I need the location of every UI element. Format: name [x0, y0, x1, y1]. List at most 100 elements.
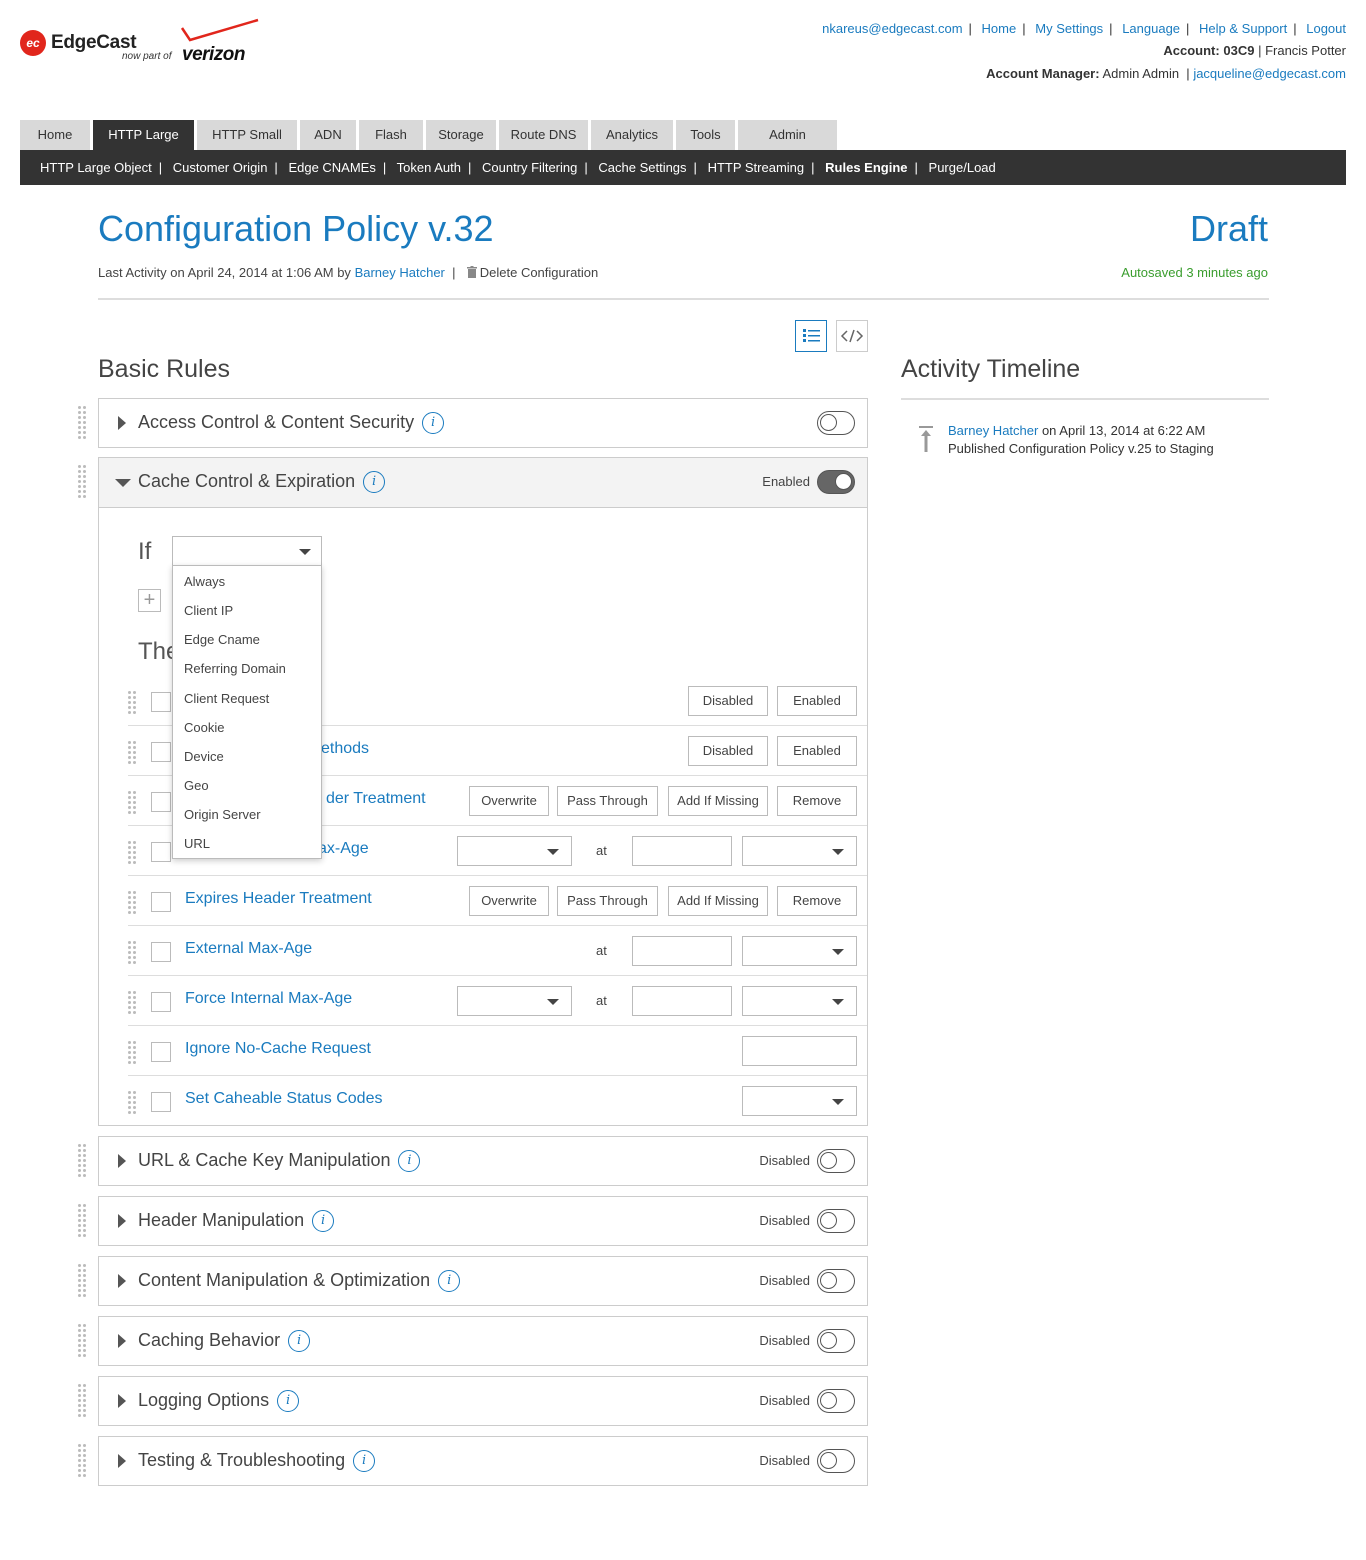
- tab-storage[interactable]: Storage: [426, 120, 496, 150]
- panel-content-manipulation[interactable]: Content Manipulation & Optimization i Dis…: [98, 1256, 868, 1306]
- ignore-no-cache-input[interactable]: [742, 1036, 857, 1066]
- dropdown-option[interactable]: Geo: [184, 778, 209, 793]
- row-drag-handle[interactable]: [128, 688, 138, 716]
- list-view-button[interactable]: [795, 320, 827, 352]
- enabled-button[interactable]: Enabled: [777, 686, 857, 716]
- drag-handle-cache[interactable]: [78, 462, 88, 502]
- time-unit-select[interactable]: [742, 986, 857, 1016]
- feature-checkbox[interactable]: [151, 1092, 171, 1112]
- drag-handle-logging[interactable]: [78, 1381, 88, 1421]
- feature-label[interactable]: Ignore No-Cache Request: [185, 1040, 371, 1058]
- expand-arrow-icon[interactable]: [118, 1334, 126, 1348]
- panel-toggle[interactable]: [817, 411, 855, 435]
- info-icon[interactable]: i: [363, 471, 386, 494]
- disabled-button[interactable]: Disabled: [688, 736, 768, 766]
- panel-url-cache-key[interactable]: URL & Cache Key Manipulation i Disabled: [98, 1136, 868, 1186]
- code-view-button[interactable]: [836, 320, 868, 352]
- row-drag-handle[interactable]: [128, 938, 138, 966]
- status-code-select[interactable]: [457, 986, 572, 1016]
- drag-handle-content[interactable]: [78, 1261, 88, 1301]
- feature-checkbox[interactable]: [151, 792, 171, 812]
- time-unit-select[interactable]: [742, 936, 857, 966]
- tab-analytics[interactable]: Analytics: [591, 120, 673, 150]
- tab-admin[interactable]: Admin: [738, 120, 837, 150]
- subnav-http-streaming[interactable]: HTTP Streaming: [708, 160, 805, 175]
- dropdown-option[interactable]: URL: [184, 836, 210, 851]
- panel-toggle[interactable]: [817, 1449, 855, 1473]
- feature-checkbox[interactable]: [151, 692, 171, 712]
- info-icon[interactable]: i: [277, 1390, 300, 1413]
- panel-toggle[interactable]: [817, 470, 855, 494]
- row-drag-handle[interactable]: [128, 1088, 138, 1116]
- dropdown-option[interactable]: Client IP: [184, 603, 233, 618]
- activity-user-link[interactable]: Barney Hatcher: [948, 423, 1038, 438]
- dropdown-option[interactable]: Always: [184, 574, 225, 589]
- tab-http-small[interactable]: HTTP Small: [197, 120, 297, 150]
- row-drag-handle[interactable]: [128, 988, 138, 1016]
- dropdown-option[interactable]: Device: [184, 749, 224, 764]
- row-drag-handle[interactable]: [128, 838, 138, 866]
- status-code-select[interactable]: [457, 836, 572, 866]
- disabled-button[interactable]: Disabled: [688, 686, 768, 716]
- panel-logging-options[interactable]: Logging Options i Disabled: [98, 1376, 868, 1426]
- feature-checkbox[interactable]: [151, 842, 171, 862]
- subnav-rules-engine[interactable]: Rules Engine: [825, 160, 907, 175]
- feature-label[interactable]: der Treatment: [326, 790, 426, 808]
- add-condition-button[interactable]: +: [138, 589, 161, 612]
- remove-button[interactable]: Remove: [777, 786, 857, 816]
- subnav-http-large-object[interactable]: HTTP Large Object: [40, 160, 152, 175]
- my-settings-link[interactable]: My Settings: [1035, 21, 1103, 36]
- if-condition-select[interactable]: [172, 536, 322, 566]
- panel-toggle[interactable]: [817, 1269, 855, 1293]
- row-drag-handle[interactable]: [128, 738, 138, 766]
- tab-adn[interactable]: ADN: [300, 120, 356, 150]
- expand-arrow-icon[interactable]: [118, 1154, 126, 1168]
- status-codes-select[interactable]: [742, 1086, 857, 1116]
- panel-toggle[interactable]: [817, 1149, 855, 1173]
- user-email-link[interactable]: nkareus@edgecast.com: [822, 21, 962, 36]
- drag-handle-header[interactable]: [78, 1201, 88, 1241]
- subnav-country-filtering[interactable]: Country Filtering: [482, 160, 577, 175]
- feature-label[interactable]: ax-Age: [318, 840, 369, 858]
- feature-checkbox[interactable]: [151, 1042, 171, 1062]
- panel-toggle[interactable]: [817, 1389, 855, 1413]
- drag-handle-caching[interactable]: [78, 1321, 88, 1361]
- feature-label[interactable]: Set Caheable Status Codes: [185, 1090, 382, 1108]
- panel-testing-troubleshooting[interactable]: Testing & Troubleshooting i Disabled: [98, 1436, 868, 1486]
- dropdown-option[interactable]: Referring Domain: [184, 661, 286, 676]
- panel-header-manipulation[interactable]: Header Manipulation i Disabled: [98, 1196, 868, 1246]
- feature-checkbox[interactable]: [151, 742, 171, 762]
- home-link[interactable]: Home: [982, 21, 1017, 36]
- drag-handle-url[interactable]: [78, 1141, 88, 1181]
- info-icon[interactable]: i: [312, 1210, 335, 1233]
- panel-toggle[interactable]: [817, 1209, 855, 1233]
- overwrite-button[interactable]: Overwrite: [469, 886, 549, 916]
- tab-tools[interactable]: Tools: [676, 120, 735, 150]
- last-activity-user-link[interactable]: Barney Hatcher: [355, 265, 445, 280]
- language-link[interactable]: Language: [1122, 21, 1180, 36]
- panel-header[interactable]: Cache Control & Expiration i Enabled: [99, 458, 867, 508]
- info-icon[interactable]: i: [438, 1270, 461, 1293]
- add-if-missing-button[interactable]: Add If Missing: [668, 886, 768, 916]
- feature-label[interactable]: External Max-Age: [185, 940, 312, 958]
- dropdown-option[interactable]: Edge Cname: [184, 632, 260, 647]
- overwrite-button[interactable]: Overwrite: [469, 786, 549, 816]
- max-age-input[interactable]: [632, 986, 732, 1016]
- delete-configuration-button[interactable]: Delete Configuration: [463, 265, 598, 280]
- subnav-edge-cnames[interactable]: Edge CNAMEs: [288, 160, 375, 175]
- remove-button[interactable]: Remove: [777, 886, 857, 916]
- row-drag-handle[interactable]: [128, 1038, 138, 1066]
- feature-label[interactable]: Expires Header Treatment: [185, 890, 372, 908]
- collapse-arrow-icon[interactable]: [115, 479, 131, 487]
- panel-toggle[interactable]: [817, 1329, 855, 1353]
- expand-arrow-icon[interactable]: [118, 1214, 126, 1228]
- manager-email-link[interactable]: jacqueline@edgecast.com: [1193, 66, 1346, 81]
- expand-arrow-icon[interactable]: [118, 1454, 126, 1468]
- enabled-button[interactable]: Enabled: [777, 736, 857, 766]
- expand-arrow-icon[interactable]: [118, 1274, 126, 1288]
- help-support-link[interactable]: Help & Support: [1199, 21, 1287, 36]
- subnav-cache-settings[interactable]: Cache Settings: [598, 160, 686, 175]
- tab-http-large[interactable]: HTTP Large: [93, 120, 194, 150]
- pass-through-button[interactable]: Pass Through: [557, 886, 658, 916]
- add-if-missing-button[interactable]: Add If Missing: [668, 786, 768, 816]
